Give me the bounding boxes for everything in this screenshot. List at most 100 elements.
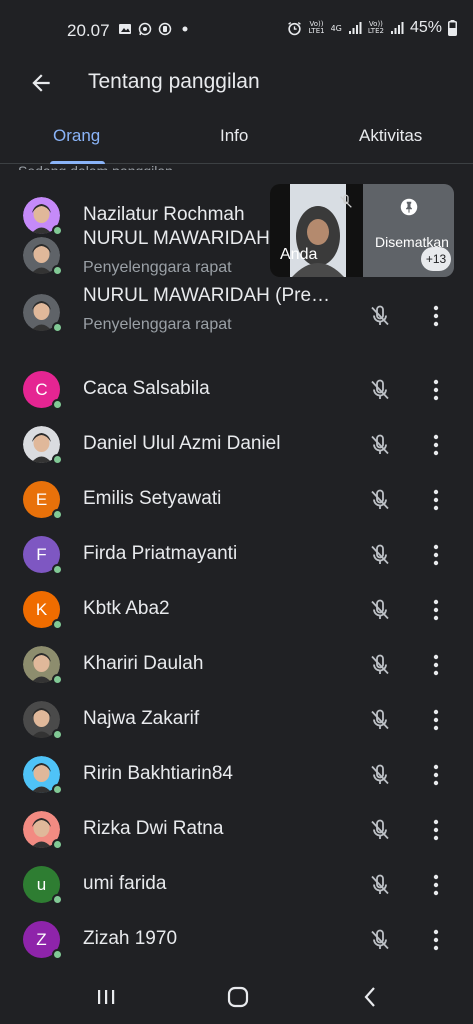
online-indicator	[52, 399, 63, 410]
more-vert-icon[interactable]	[425, 304, 447, 328]
self-video-label: Anda	[280, 246, 318, 263]
avatar-initial: u	[36, 874, 47, 894]
gallery-icon	[119, 24, 131, 34]
more-vert-icon[interactable]	[425, 708, 447, 732]
avatar	[23, 197, 63, 236]
mic-off-icon	[371, 654, 389, 675]
system-navigation-bar	[0, 968, 473, 1024]
participant-name: Khariri Daulah	[83, 653, 204, 674]
pin-icon	[400, 198, 418, 216]
avatar: u	[23, 866, 63, 905]
participant-row[interactable]: Najwa Zakarif	[0, 694, 473, 749]
more-vert-icon[interactable]	[425, 818, 447, 842]
online-indicator	[52, 729, 63, 740]
status-notification-icons	[118, 22, 192, 36]
mic-off-icon	[371, 489, 389, 510]
tab-info[interactable]: Info	[220, 126, 248, 146]
avatar	[23, 237, 63, 276]
online-indicator	[52, 322, 63, 333]
participant-name: Ririn Bakhtiarin84	[83, 763, 233, 784]
mic-off-icon	[371, 305, 389, 326]
page-title: Tentang panggilan	[88, 70, 260, 93]
participant-name: Nazilatur Rochmah	[83, 204, 245, 225]
network-type: 4G	[330, 23, 342, 33]
avatar	[23, 811, 63, 850]
participant-row[interactable]: Z Zizah 1970	[0, 914, 473, 969]
participant-name: Caca Salsabila	[83, 378, 210, 399]
participant-role: Penyelenggara rapat	[83, 259, 232, 276]
avatar	[23, 646, 63, 685]
avatar: C	[23, 371, 63, 410]
nav-back-icon[interactable]	[358, 984, 384, 1010]
avatar	[23, 294, 63, 333]
avatar	[23, 756, 63, 795]
battery-level: 45%	[409, 19, 442, 36]
sim1-label: LTE1	[308, 27, 325, 35]
status-system-icons: Vo)) LTE1 4G Vo)) LTE2 45%	[287, 19, 457, 37]
avatar-initial: E	[35, 489, 48, 509]
online-indicator	[52, 454, 63, 465]
more-vert-icon[interactable]	[425, 928, 447, 952]
avatar: E	[23, 481, 63, 520]
online-indicator	[52, 509, 63, 520]
participant-row[interactable]: E Emilis Setyawati	[0, 474, 473, 529]
participant-row[interactable]: Ririn Bakhtiarin84	[0, 749, 473, 804]
more-vert-icon[interactable]	[425, 488, 447, 512]
mic-off-icon	[371, 434, 389, 455]
online-indicator	[52, 839, 63, 850]
participant-name: umi farida	[83, 873, 167, 894]
mic-off-icon	[371, 764, 389, 785]
status-time: 20.07	[67, 21, 110, 40]
mic-off-icon	[371, 874, 389, 895]
participant-name: NURUL MAWARIDAH	[83, 228, 270, 249]
more-vert-icon[interactable]	[425, 598, 447, 622]
participant-row[interactable]: F Firda Priatmayanti	[0, 529, 473, 584]
participant-row[interactable]: Khariri Daulah	[0, 639, 473, 694]
alarm-icon	[288, 21, 302, 35]
tab-aktivitas[interactable]: Aktivitas	[359, 126, 422, 146]
more-vert-icon[interactable]	[425, 378, 447, 402]
battery-icon	[448, 20, 457, 36]
home-icon[interactable]	[225, 984, 251, 1010]
avatar-initial: F	[36, 544, 47, 564]
screen-record-icon	[158, 22, 172, 36]
avatar	[23, 701, 63, 740]
floating-video-tile[interactable]: Anda Disematkan +13	[270, 184, 454, 277]
more-vert-icon[interactable]	[425, 653, 447, 677]
more-vert-icon[interactable]	[425, 543, 447, 567]
mic-off-icon	[371, 929, 389, 950]
participant-name: Kbtk Aba2	[83, 598, 170, 619]
participant-row[interactable]: K Kbtk Aba2	[0, 584, 473, 639]
participant-row[interactable]: Rizka Dwi Ratna	[0, 804, 473, 859]
participant-name: Emilis Setyawati	[83, 488, 222, 509]
recents-icon[interactable]	[93, 984, 119, 1010]
online-indicator	[52, 949, 63, 960]
mic-off-icon	[340, 194, 352, 208]
more-vert-icon[interactable]	[425, 873, 447, 897]
participant-row[interactable]: Daniel Ulul Azmi Daniel	[0, 419, 473, 474]
participant-name: Rizka Dwi Ratna	[83, 818, 224, 839]
participant-role: Penyelenggara rapat	[83, 316, 232, 333]
mic-off-icon	[371, 544, 389, 565]
mic-off-icon	[371, 819, 389, 840]
participant-row[interactable]: C Caca Salsabila	[0, 364, 473, 419]
avatar: K	[23, 591, 63, 630]
more-vert-icon[interactable]	[425, 763, 447, 787]
self-video: Anda	[270, 184, 363, 277]
sim2-label: LTE2	[367, 27, 384, 35]
avatar	[23, 426, 63, 465]
app-header: Tentang panggilan	[0, 58, 473, 108]
online-indicator	[52, 265, 63, 276]
online-indicator	[52, 894, 63, 905]
participant-name: NURUL MAWARIDAH (Pre…	[83, 285, 331, 306]
participant-name: Najwa Zakarif	[83, 708, 200, 729]
participant-row[interactable]: NURUL MAWARIDAH (Pre… Penyelenggara rapat	[0, 285, 473, 342]
avatar-initial: Z	[36, 929, 47, 949]
signal-strength-icon-2	[390, 22, 404, 34]
participant-row[interactable]: u umi farida	[0, 859, 473, 914]
dot-icon	[182, 26, 188, 32]
tab-orang[interactable]: Orang	[53, 126, 100, 146]
more-vert-icon[interactable]	[425, 433, 447, 457]
arrow-back-icon[interactable]	[28, 70, 54, 96]
sim1-status: Vo)) LTE1	[308, 21, 324, 35]
